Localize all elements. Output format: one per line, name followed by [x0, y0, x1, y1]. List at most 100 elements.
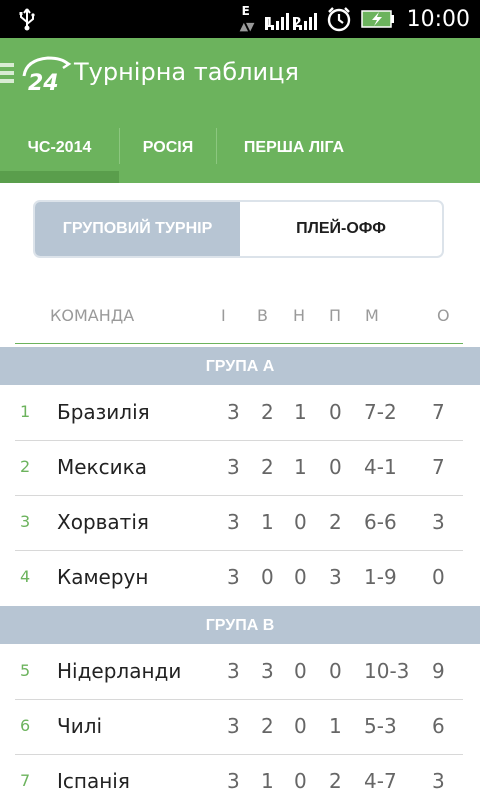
row-team: Бразилія [57, 400, 150, 424]
row-lost: 0 [329, 659, 342, 683]
tab-first-league[interactable]: ПЕРША ЛІГА [217, 110, 371, 183]
row-won: 1 [261, 510, 274, 534]
group-stage-label: ГРУПОВИЙ ТУРНІР [62, 220, 213, 237]
menu-icon[interactable] [0, 63, 14, 83]
row-position: 7 [20, 771, 31, 790]
network-type-label: E [241, 4, 250, 18]
row-won: 0 [261, 565, 274, 589]
row-goals: 4-7 [364, 769, 397, 793]
table-row[interactable]: 5 Нідерланди 3 3 0 0 10-3 9 [0, 645, 480, 700]
signal-2-label: 2 [292, 16, 302, 31]
row-won: 2 [261, 400, 274, 424]
table-row[interactable]: 2 Мексика 3 2 1 0 4-1 7 [0, 441, 480, 496]
stage-switch: ГРУПОВИЙ ТУРНІР ПЛЕЙ-ОФФ [33, 200, 444, 258]
row-goals: 10-3 [364, 659, 410, 683]
table-row[interactable]: 3 Хорватія 3 1 0 2 6-6 3 [0, 496, 480, 551]
table-row[interactable]: 4 Камерун 3 0 0 3 1-9 0 [0, 551, 480, 606]
header-draw: Н [293, 306, 306, 325]
status-bar: E ▲▼ 1 2 10:00 [0, 0, 480, 38]
selected-tab-indicator [0, 171, 119, 183]
row-points: 6 [432, 714, 445, 738]
row-played: 3 [227, 565, 240, 589]
header-divider [15, 343, 463, 344]
battery-icon [360, 10, 394, 28]
app-bar: 24 Турнірна таблиця [0, 38, 480, 110]
header-points: О [437, 306, 450, 325]
row-points: 0 [432, 565, 445, 589]
tab-russia-label: РОСІЯ [142, 139, 194, 156]
row-team: Нідерланди [57, 659, 182, 683]
row-team: Хорватія [57, 510, 149, 534]
header-team: КОМАНДА [50, 306, 135, 325]
row-lost: 0 [329, 455, 342, 479]
row-played: 3 [227, 455, 240, 479]
row-played: 3 [227, 510, 240, 534]
row-goals: 5-3 [364, 714, 397, 738]
logo-text: 24 [28, 71, 59, 94]
group-stage-button[interactable]: ГРУПОВИЙ ТУРНІР [35, 202, 240, 256]
row-draw: 0 [294, 565, 307, 589]
tab-wc2014-label: ЧС-2014 [27, 139, 92, 156]
row-lost: 0 [329, 400, 342, 424]
row-draw: 0 [294, 714, 307, 738]
row-position: 2 [20, 457, 31, 476]
row-goals: 4-1 [364, 455, 397, 479]
row-won: 3 [261, 659, 274, 683]
row-points: 9 [432, 659, 445, 683]
row-draw: 0 [294, 659, 307, 683]
row-points: 3 [432, 510, 445, 534]
row-draw: 0 [294, 769, 307, 793]
playoff-label: ПЛЕЙ-ОФФ [296, 220, 386, 237]
network-e-icon: E ▲▼ [239, 4, 255, 33]
row-won: 2 [261, 714, 274, 738]
playoff-button[interactable]: ПЛЕЙ-ОФФ [240, 202, 442, 256]
row-team: Іспанія [57, 769, 130, 793]
logo-24[interactable]: 24 [18, 54, 72, 94]
header-won: В [257, 306, 268, 325]
row-position: 1 [20, 402, 31, 421]
usb-icon [19, 8, 35, 31]
row-draw: 1 [294, 400, 307, 424]
row-played: 3 [227, 400, 240, 424]
group-b-title: ГРУПА В [205, 617, 275, 634]
row-goals: 1-9 [364, 565, 397, 589]
table-header: КОМАНДА І В Н П М О [0, 290, 480, 344]
row-lost: 2 [329, 510, 342, 534]
row-won: 1 [261, 769, 274, 793]
alarm-icon [327, 7, 350, 32]
row-team: Чилі [57, 714, 103, 738]
table-row[interactable]: 6 Чилі 3 2 0 1 5-3 6 [0, 700, 480, 755]
signal-1-label: 1 [264, 16, 274, 31]
row-points: 3 [432, 769, 445, 793]
header-lost: П [329, 306, 342, 325]
row-draw: 1 [294, 455, 307, 479]
row-draw: 0 [294, 510, 307, 534]
row-team: Мексика [57, 455, 147, 479]
row-position: 6 [20, 716, 31, 735]
clock: 10:00 [406, 6, 470, 32]
header-played: І [221, 306, 226, 325]
row-position: 5 [20, 661, 31, 680]
row-position: 4 [20, 567, 31, 586]
tab-first-league-label: ПЕРША ЛІГА [243, 139, 345, 156]
page-title: Турнірна таблиця [74, 58, 299, 86]
group-header: ГРУПА В [0, 606, 480, 644]
row-team: Камерун [57, 565, 149, 589]
row-goals: 7-2 [364, 400, 397, 424]
header-goals: М [365, 306, 379, 325]
tab-russia[interactable]: РОСІЯ [120, 110, 216, 183]
signal-icon: 1 2 [264, 8, 317, 31]
row-goals: 6-6 [364, 510, 397, 534]
row-points: 7 [432, 455, 445, 479]
row-position: 3 [20, 512, 31, 531]
row-played: 3 [227, 714, 240, 738]
row-won: 2 [261, 455, 274, 479]
table-row[interactable]: 1 Бразилія 3 2 1 0 7-2 7 [0, 386, 480, 441]
group-header: ГРУПА А [0, 347, 480, 385]
table-row[interactable]: 7 Іспанія 3 1 0 2 4-7 3 [0, 755, 480, 810]
row-played: 3 [227, 769, 240, 793]
row-lost: 1 [329, 714, 342, 738]
row-points: 7 [432, 400, 445, 424]
row-lost: 2 [329, 769, 342, 793]
row-played: 3 [227, 659, 240, 683]
